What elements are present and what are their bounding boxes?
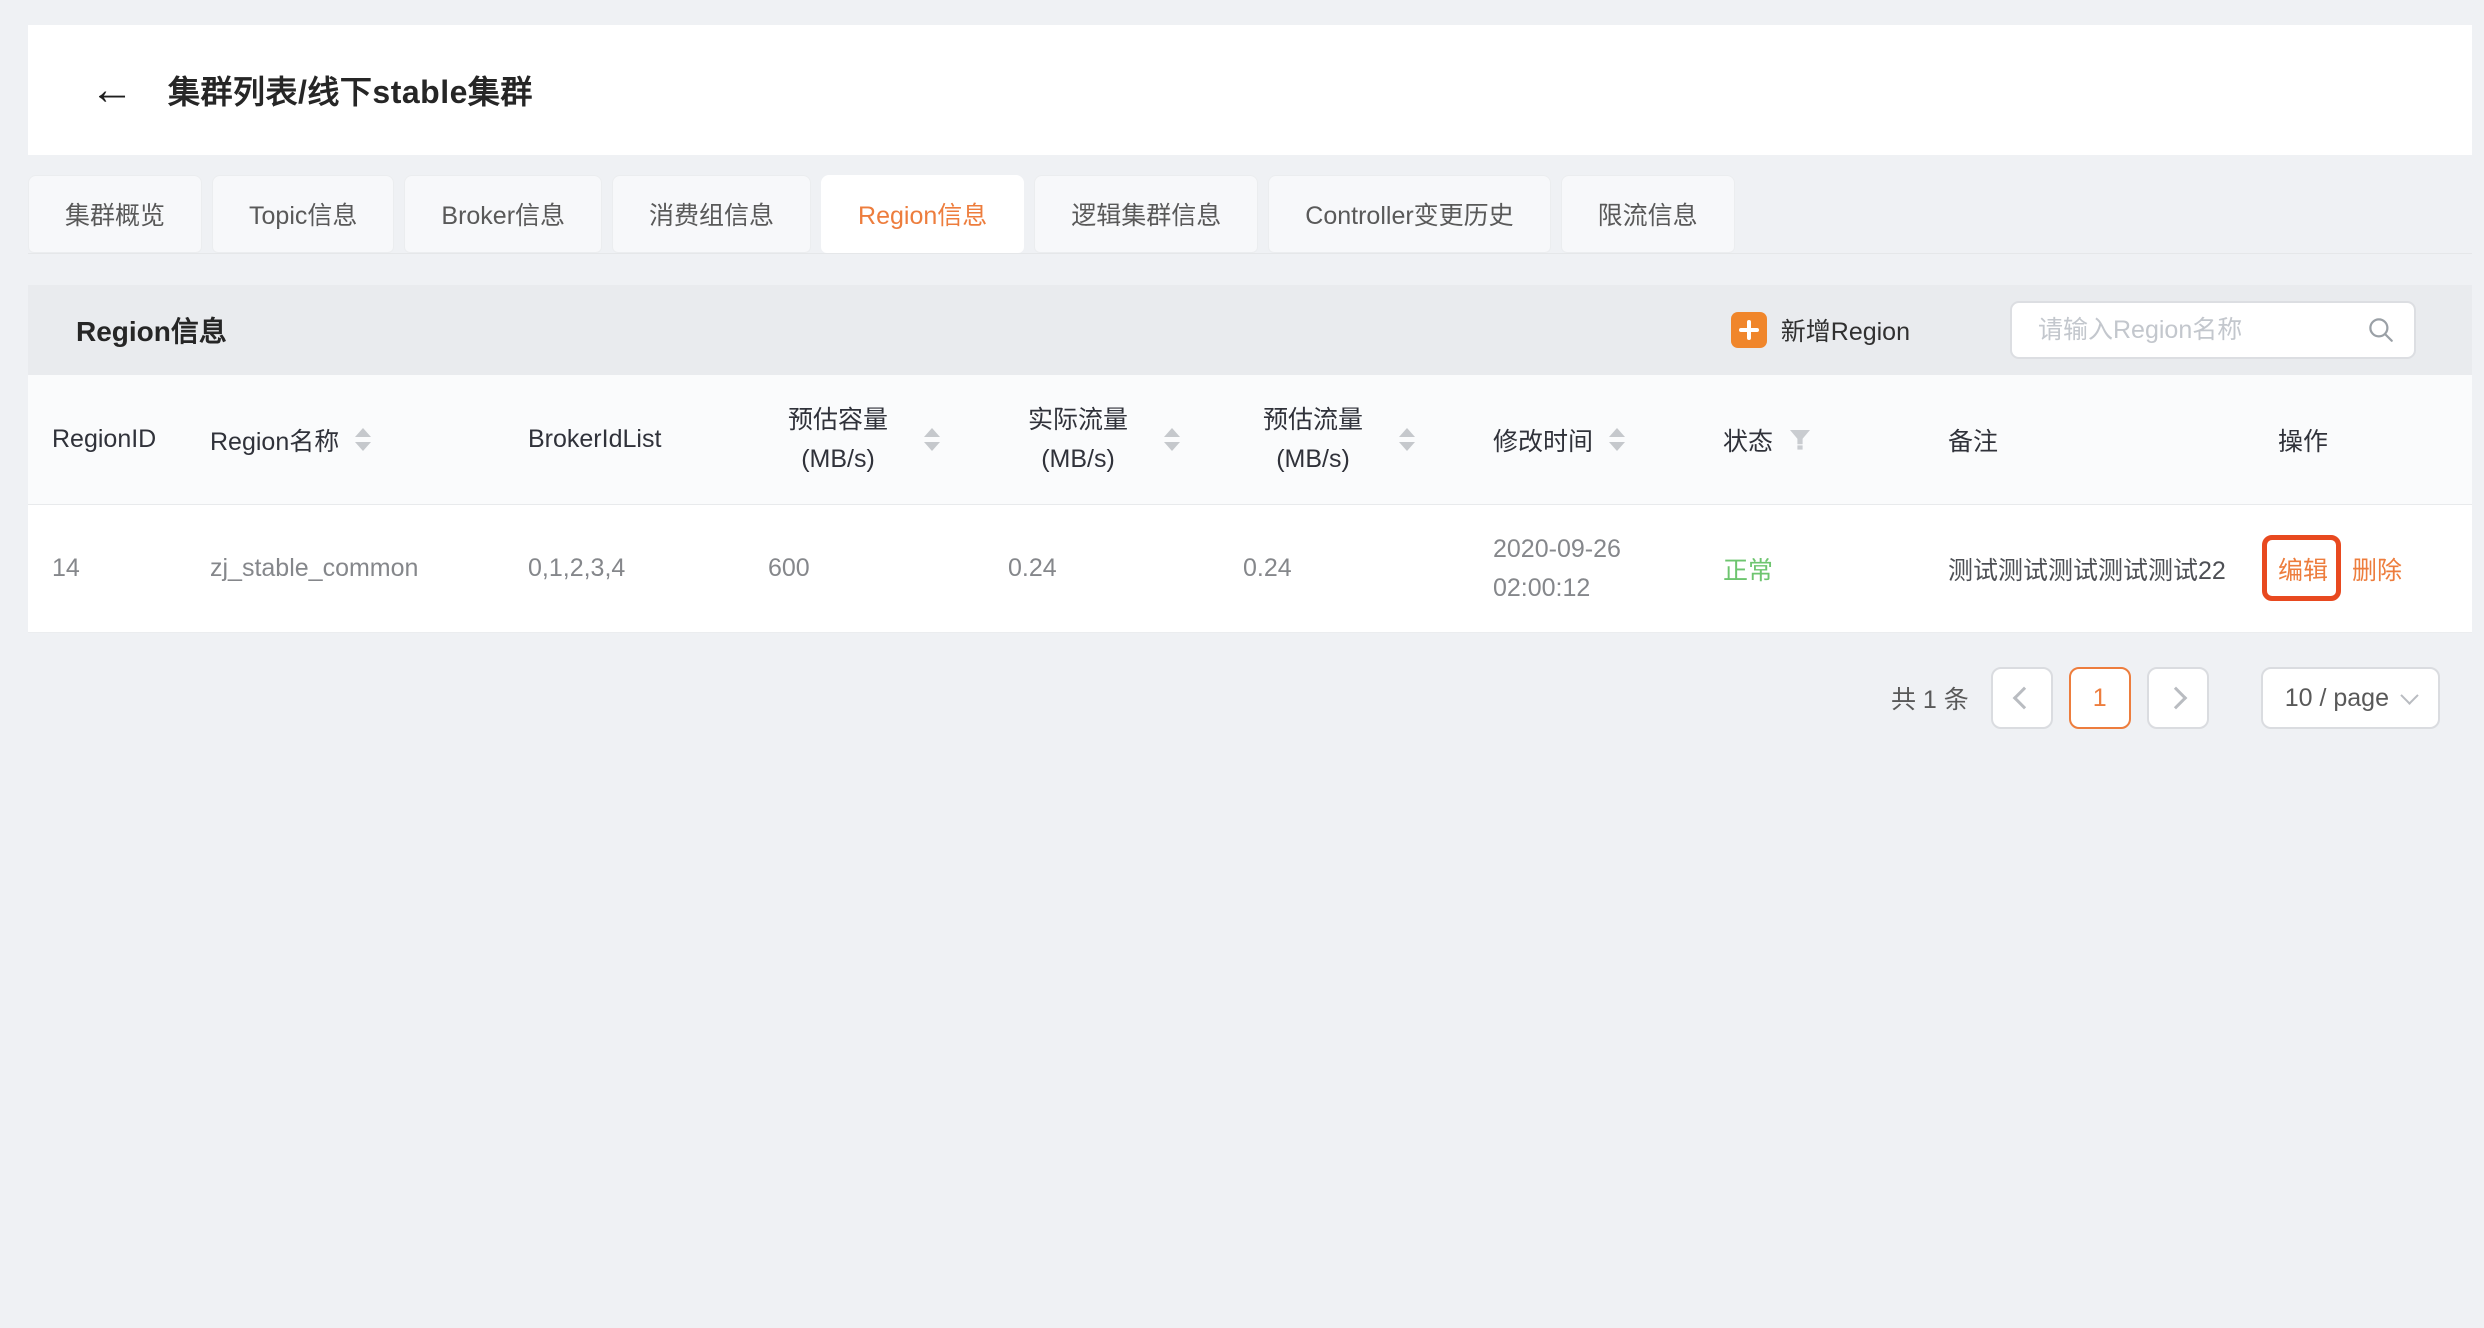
sort-icon[interactable] [924,428,940,451]
cell-broker-id-list: 0,1,2,3,4 [508,554,748,583]
col-region-id: RegionID [28,425,178,454]
cell-actions: 编辑 删除 [2258,551,2472,587]
panel-header: Region信息 新增Region [28,285,2472,375]
edit-link[interactable]: 编辑 [2278,557,2328,585]
col-status[interactable]: 状态 [1703,422,1928,458]
pagination: 共 1 条 1 10 / page [1891,667,2440,729]
chevron-right-icon [2164,687,2187,710]
tab-logical-cluster-info[interactable]: 逻辑集群信息 [1034,175,1258,253]
tab-cluster-overview[interactable]: 集群概览 [28,175,202,253]
tab-bar: 集群概览 Topic信息 Broker信息 消费组信息 Region信息 逻辑集… [28,175,2472,254]
search-icon[interactable] [2366,315,2396,345]
tab-broker-info[interactable]: Broker信息 [404,175,602,253]
cell-remark: 测试测试测试测试测试22 [1928,551,2258,587]
sort-icon[interactable] [1164,428,1180,451]
page-header: ← 集群列表/线下stable集群 [28,25,2472,155]
add-region-button[interactable]: 新增Region [1731,312,1910,348]
col-actions: 操作 [2258,422,2472,458]
pagination-total: 共 1 条 [1891,680,1969,716]
cell-region-name: zj_stable_common [178,554,508,583]
add-region-label: 新增Region [1781,312,1910,348]
cell-est-capacity: 600 [748,554,988,583]
panel-title: Region信息 [76,310,227,350]
region-search-box[interactable] [2010,301,2416,359]
cell-est-flow: 0.24 [1223,554,1473,583]
next-page-button[interactable] [2147,667,2209,729]
col-actual-flow[interactable]: 实际流量 (MB/s) [988,401,1223,479]
region-search-input[interactable] [2036,315,2366,346]
page-size-select[interactable]: 10 / page [2261,667,2440,729]
cell-actual-flow: 0.24 [988,554,1223,583]
sort-icon[interactable] [1399,428,1415,451]
tab-controller-history[interactable]: Controller变更历史 [1268,175,1550,253]
region-table: RegionID Region名称 BrokerIdList 预估容量 (MB/… [28,375,2472,633]
sort-icon[interactable] [1609,428,1625,451]
panel-header-actions: 新增Region [1731,301,2416,359]
cell-status: 正常 [1703,551,1928,587]
page-1-button[interactable]: 1 [2069,667,2131,729]
filter-funnel-icon[interactable] [1789,430,1811,450]
cell-region-id: 14 [28,554,178,583]
tab-throttle-info[interactable]: 限流信息 [1561,175,1735,253]
page-title: 集群列表/线下stable集群 [168,67,533,113]
col-est-capacity[interactable]: 预估容量 (MB/s) [748,401,988,479]
tab-topic-info[interactable]: Topic信息 [212,175,394,253]
col-broker-id-list: BrokerIdList [508,425,748,454]
cell-modify-time: 2020-09-26 02:00:12 [1473,530,1703,608]
highlight-box: 编辑 [2278,551,2328,587]
table-row: 14 zj_stable_common 0,1,2,3,4 600 0.24 0… [28,505,2472,633]
col-modify-time[interactable]: 修改时间 [1473,422,1703,458]
chevron-down-icon [2400,686,2418,704]
status-badge: 正常 [1723,551,1773,587]
table-header-row: RegionID Region名称 BrokerIdList 预估容量 (MB/… [28,375,2472,505]
delete-link[interactable]: 删除 [2352,551,2402,587]
back-arrow-icon[interactable]: ← [90,68,134,112]
sort-icon[interactable] [355,428,371,451]
tab-region-info[interactable]: Region信息 [821,175,1024,253]
plus-icon [1731,312,1767,348]
col-est-flow[interactable]: 预估流量 (MB/s) [1223,401,1473,479]
col-remark: 备注 [1928,422,2258,458]
col-region-name[interactable]: Region名称 [178,422,508,458]
prev-page-button[interactable] [1991,667,2053,729]
chevron-left-icon [2012,687,2035,710]
tab-consumer-group-info[interactable]: 消费组信息 [612,175,811,253]
